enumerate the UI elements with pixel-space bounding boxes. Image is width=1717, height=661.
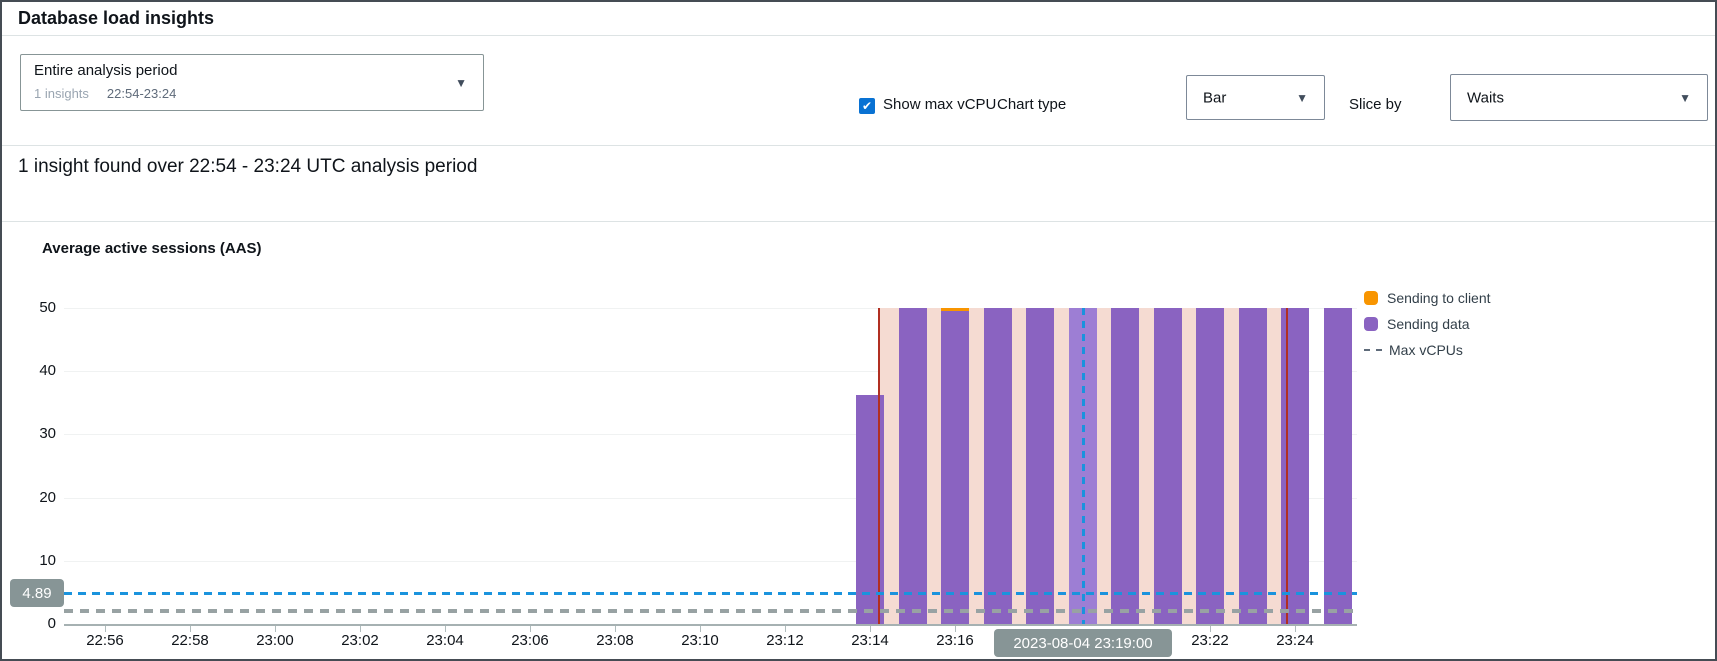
x-axis-label: 23:08 bbox=[580, 632, 650, 649]
aas-reference-line bbox=[64, 592, 1357, 595]
chart-bar-23:25[interactable] bbox=[1324, 308, 1352, 624]
crosshair-date-badge: 2023-08-04 23:19:00 bbox=[994, 629, 1172, 657]
chart-bar-23:17[interactable] bbox=[984, 308, 1012, 624]
x-axis-label: 23:12 bbox=[750, 632, 820, 649]
analysis-period-subtext: 1 insights 22:54-23:24 bbox=[34, 86, 176, 101]
chart-title: Average active sessions (AAS) bbox=[42, 240, 262, 257]
slice-by-value: Waits bbox=[1467, 89, 1504, 106]
insights-count: 1 insights bbox=[34, 86, 89, 101]
analysis-period-dropdown[interactable]: Entire analysis period 1 insights 22:54-2… bbox=[20, 54, 484, 111]
insight-boundary-line bbox=[878, 308, 880, 624]
x-axis-label: 23:14 bbox=[835, 632, 905, 649]
y-axis-label: 30 bbox=[6, 425, 56, 442]
show-max-vcpu-label: Show max vCPU bbox=[883, 96, 996, 113]
insight-boundary-line bbox=[1286, 308, 1288, 624]
x-axis-label: 23:06 bbox=[495, 632, 565, 649]
x-axis-label: 23:02 bbox=[325, 632, 395, 649]
chevron-down-icon: ▼ bbox=[1679, 92, 1691, 104]
insight-summary: 1 insight found over 22:54 - 23:24 UTC a… bbox=[18, 156, 477, 178]
chart-bar-23:23[interactable] bbox=[1239, 308, 1267, 624]
x-axis-label: 22:56 bbox=[70, 632, 140, 649]
legend-item-sending-data[interactable]: Sending data bbox=[1364, 311, 1491, 337]
chevron-down-icon: ▼ bbox=[455, 77, 467, 89]
slice-by-label: Slice by bbox=[1349, 96, 1402, 113]
divider bbox=[2, 35, 1715, 36]
max-vcpus-line bbox=[64, 609, 1357, 613]
x-axis-label: 23:16 bbox=[920, 632, 990, 649]
x-axis-label: 23:22 bbox=[1175, 632, 1245, 649]
aas-chart-plot-area[interactable] bbox=[64, 308, 1357, 626]
legend-item-max-vcpus[interactable]: Max vCPUs bbox=[1364, 337, 1491, 363]
y-axis-label: 0 bbox=[6, 615, 56, 632]
x-axis-label: 23:00 bbox=[240, 632, 310, 649]
chart-type-value: Bar bbox=[1203, 89, 1226, 106]
analysis-period-label: Entire analysis period bbox=[34, 62, 177, 79]
divider bbox=[2, 145, 1715, 146]
x-axis-label: 23:24 bbox=[1260, 632, 1330, 649]
legend-item-sending-to-client[interactable]: Sending to client bbox=[1364, 285, 1491, 311]
y-axis-label: 10 bbox=[6, 552, 56, 569]
chart-bar-23:20[interactable] bbox=[1111, 308, 1139, 624]
period-range: 22:54-23:24 bbox=[107, 86, 176, 101]
chart-legend: Sending to client Sending data Max vCPUs bbox=[1364, 285, 1491, 363]
aas-value-badge: 4.89 bbox=[10, 579, 64, 607]
chart-bar-23:15[interactable] bbox=[899, 308, 927, 624]
dashed-line-swatch-icon bbox=[1364, 349, 1382, 351]
divider bbox=[2, 221, 1715, 222]
show-max-vcpu-checkbox[interactable]: ✔ bbox=[859, 98, 875, 114]
y-axis-label: 50 bbox=[6, 299, 56, 316]
y-axis-label: 20 bbox=[6, 489, 56, 506]
orange-square-swatch-icon bbox=[1364, 291, 1378, 305]
crosshair-line bbox=[1082, 308, 1085, 624]
sending-to-client-segment bbox=[941, 308, 969, 311]
legend-label: Max vCPUs bbox=[1389, 342, 1463, 358]
legend-label: Sending data bbox=[1387, 316, 1470, 332]
x-axis-label: 23:04 bbox=[410, 632, 480, 649]
database-load-insights-panel: Database load insights Entire analysis p… bbox=[0, 0, 1717, 661]
chevron-down-icon: ▼ bbox=[1296, 92, 1308, 104]
chart-type-label: Chart type bbox=[997, 96, 1066, 113]
legend-label: Sending to client bbox=[1387, 290, 1491, 306]
x-axis-label: 22:58 bbox=[155, 632, 225, 649]
chart-bar-23:14[interactable] bbox=[856, 395, 884, 624]
x-axis-label: 23:10 bbox=[665, 632, 735, 649]
slice-by-select[interactable]: Waits ▼ bbox=[1450, 74, 1708, 121]
purple-square-swatch-icon bbox=[1364, 317, 1378, 331]
y-axis-label: 40 bbox=[6, 362, 56, 379]
chart-bar-23:21[interactable] bbox=[1154, 308, 1182, 624]
chart-bar-23:22[interactable] bbox=[1196, 308, 1224, 624]
page-title: Database load insights bbox=[18, 8, 214, 29]
chart-type-select[interactable]: Bar ▼ bbox=[1186, 75, 1325, 120]
chart-bar-23:18[interactable] bbox=[1026, 308, 1054, 624]
chart-bar-23:16[interactable] bbox=[941, 308, 969, 624]
